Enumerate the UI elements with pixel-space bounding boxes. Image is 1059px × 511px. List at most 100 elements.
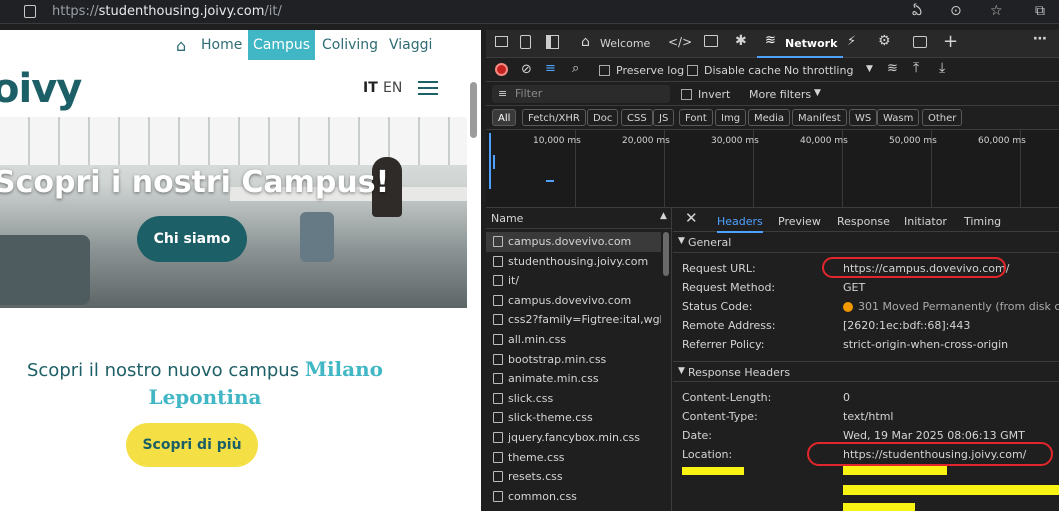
request-row[interactable]: campus.dovevivo.com — [486, 232, 661, 252]
type-filter-img[interactable]: Img — [715, 109, 747, 126]
console-icon[interactable] — [704, 35, 718, 47]
throttling-select[interactable]: No throttling — [784, 64, 853, 77]
lang-en[interactable]: EN — [383, 80, 402, 96]
lang-it[interactable]: IT — [363, 80, 378, 96]
date-value: Wed, 19 Mar 2025 08:06:13 GMT — [843, 429, 1025, 442]
request-row[interactable]: it/ — [486, 271, 661, 291]
document-icon — [493, 275, 503, 287]
more-filters-chevron-icon[interactable]: ▼ — [814, 88, 821, 98]
tab-response[interactable]: Response — [837, 215, 890, 228]
devtools-tab-bar: ⌂ Welcome </> ✱ ≋ Network ⚡ ⚙ + ⋯ — [486, 30, 1059, 58]
nav-viaggi[interactable]: Viaggi — [389, 30, 432, 60]
type-filter-css[interactable]: CSS — [621, 109, 653, 126]
elements-icon[interactable]: </> — [668, 35, 692, 49]
dock-icon[interactable] — [546, 35, 559, 49]
request-row[interactable]: bootstrap.min.css — [486, 350, 661, 370]
tab-preview[interactable]: Preview — [778, 215, 821, 228]
record-icon[interactable] — [495, 63, 508, 76]
tab-network[interactable]: ≋ Network — [757, 30, 843, 58]
upload-icon[interactable]: ⤒ — [913, 60, 919, 76]
hero-title: Scopri i nostri Campus! — [0, 165, 390, 200]
timeline-bar — [546, 180, 554, 182]
preserve-log-checkbox[interactable] — [599, 65, 610, 76]
redacted-highlight — [843, 503, 915, 511]
read-aloud-icon[interactable]: ఏ — [912, 3, 922, 22]
general-section-header[interactable]: ▼ General — [673, 232, 1059, 253]
tab-welcome[interactable]: Welcome — [600, 37, 650, 50]
stylesheet-icon — [493, 373, 503, 385]
type-filter-wasm[interactable]: Wasm — [877, 109, 920, 126]
close-icon[interactable]: ✕ — [685, 209, 698, 227]
request-row[interactable]: slick-theme.css — [486, 408, 661, 428]
type-filter-all[interactable]: All — [492, 109, 517, 126]
referrer-key: Referrer Policy: — [682, 338, 765, 351]
type-filter-ws[interactable]: WS — [849, 109, 878, 126]
more-options-icon[interactable]: ⊙ — [950, 3, 962, 19]
type-filter-fetch[interactable]: Fetch/XHR — [522, 109, 586, 126]
timeline-tick: 10,000 ms — [533, 136, 581, 146]
redacted-highlight — [682, 467, 744, 475]
home-icon[interactable]: ⌂ — [176, 36, 186, 55]
type-filter-other[interactable]: Other — [922, 109, 963, 126]
application-icon[interactable] — [913, 36, 927, 48]
response-headers-section-header[interactable]: ▼ Response Headers — [673, 361, 1059, 382]
request-row[interactable]: animate.min.css — [486, 369, 661, 389]
disable-cache-checkbox[interactable] — [687, 65, 698, 76]
nav-campus[interactable]: Campus — [248, 30, 315, 60]
request-row[interactable]: all.min.css — [486, 330, 661, 350]
settings-gear-icon[interactable]: ⚙ — [878, 33, 891, 49]
type-filter-font[interactable]: Font — [679, 109, 713, 126]
hamburger-menu-icon[interactable] — [418, 81, 438, 95]
add-tab-icon[interactable]: + — [943, 31, 958, 52]
welcome-home-icon[interactable]: ⌂ — [581, 34, 590, 50]
device-emulation-icon[interactable] — [520, 35, 531, 49]
type-filter-js[interactable]: JS — [653, 109, 675, 126]
more-tools-icon[interactable]: ⋯ — [1033, 31, 1047, 47]
request-row[interactable]: common.css — [486, 487, 661, 507]
name-column-header[interactable]: Name ▲ — [486, 208, 672, 229]
sources-bug-icon[interactable]: ✱ — [735, 33, 747, 49]
request-list-scrollbar[interactable] — [663, 232, 669, 276]
headers-content: ▼ General Request URL: https://campus.do… — [673, 232, 1059, 511]
page-scrollbar[interactable] — [470, 82, 477, 138]
type-filter-bar: All Fetch/XHR Doc CSS JS Font Img Media … — [486, 106, 1059, 130]
url-field[interactable]: https://studenthousing.joivy.com/it/ — [52, 4, 282, 19]
timeline-bar — [493, 155, 495, 169]
request-row[interactable]: slick.css — [486, 389, 661, 409]
more-filters-dropdown[interactable]: More filters — [749, 88, 811, 101]
request-row[interactable]: studenthousing.joivy.com — [486, 252, 661, 272]
extensions-icon[interactable]: ⧉ — [1035, 3, 1045, 19]
scopri-button[interactable]: Scopri di più — [126, 423, 258, 467]
network-conditions-icon[interactable]: ≋ — [887, 61, 898, 76]
request-row[interactable]: resets.css — [486, 467, 661, 487]
chi-siamo-button[interactable]: Chi siamo — [137, 216, 247, 262]
invert-checkbox[interactable] — [681, 89, 692, 100]
tab-headers[interactable]: Headers — [717, 215, 763, 233]
type-filter-doc[interactable]: Doc — [587, 109, 619, 126]
lock-icon[interactable] — [24, 5, 36, 18]
request-row[interactable]: theme.css — [486, 448, 661, 468]
sort-arrow-icon[interactable]: ▲ — [660, 211, 667, 221]
filter-input[interactable]: ≡ Filter — [492, 85, 670, 103]
tab-initiator[interactable]: Initiator — [904, 215, 947, 228]
performance-icon[interactable]: ⚡ — [847, 34, 856, 49]
tab-timing[interactable]: Timing — [964, 215, 1001, 228]
timeline-tick: 50,000 ms — [889, 136, 937, 146]
nav-home[interactable]: Home — [201, 30, 242, 60]
content-type-key: Content-Type: — [682, 410, 758, 423]
nav-coliving[interactable]: Coliving — [322, 30, 378, 60]
request-row[interactable]: css2?family=Figtree:ital,wgh... — [486, 310, 661, 330]
download-icon[interactable]: ⤓ — [939, 60, 945, 76]
type-filter-media[interactable]: Media — [748, 109, 791, 126]
request-row[interactable]: jquery.fancybox.min.css — [486, 428, 661, 448]
chevron-down-icon[interactable]: ▼ — [866, 64, 873, 74]
site-logo[interactable]: oivy — [0, 66, 82, 112]
clear-icon[interactable]: ⊘ — [521, 62, 532, 77]
favorite-star-icon[interactable]: ☆ — [990, 3, 1003, 19]
filter-funnel-icon[interactable]: ≡ — [545, 61, 556, 76]
type-filter-manifest[interactable]: Manifest — [792, 109, 847, 126]
search-icon[interactable]: ⌕ — [572, 61, 579, 76]
request-row[interactable]: campus.dovevivo.com — [486, 291, 661, 311]
timeline-overview[interactable]: 10,000 ms 20,000 ms 30,000 ms 40,000 ms … — [486, 130, 1059, 208]
inspect-icon[interactable] — [495, 36, 508, 47]
